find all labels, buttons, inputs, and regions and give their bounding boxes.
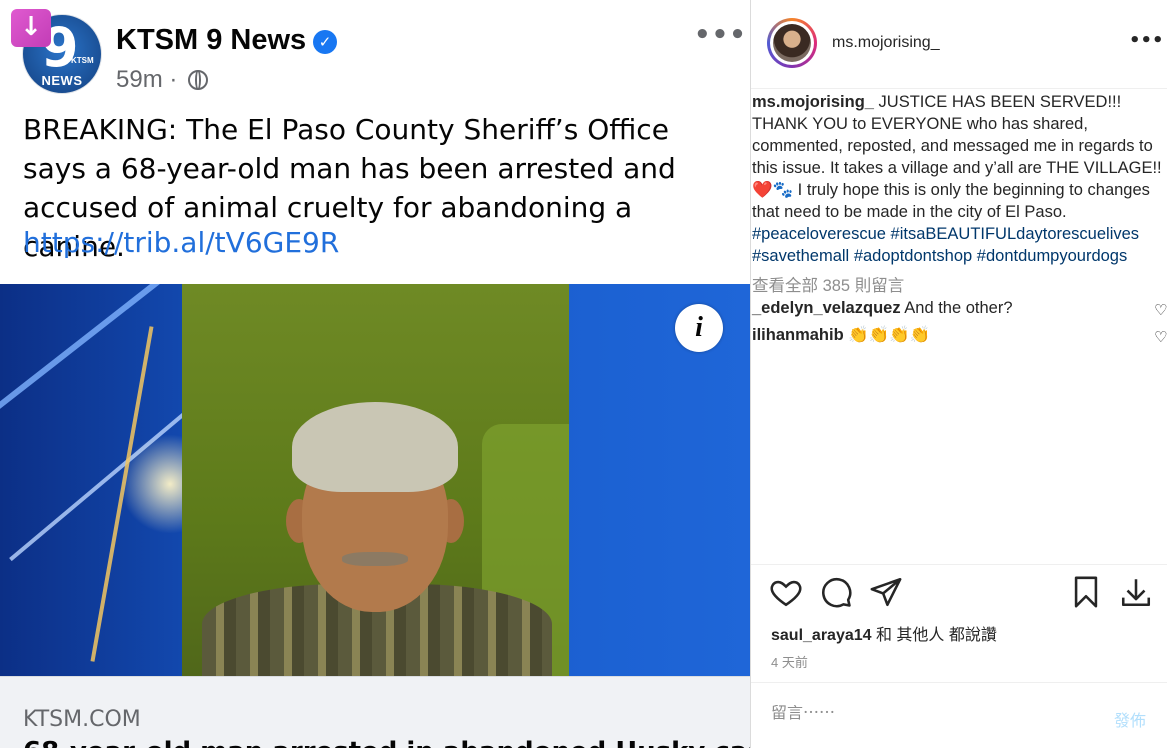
link-preview-card[interactable]: KTSM.COM 68-year-old man arrested in aba…	[0, 676, 750, 748]
heart-icon[interactable]: ♡	[1154, 328, 1167, 346]
view-all-comments-link[interactable]: 查看全部 385 則留言	[752, 272, 904, 296]
caption-username[interactable]: ms.mojorising_	[752, 93, 874, 111]
hashtag[interactable]: #itsaBEAUTIFULdaytorescuelives	[891, 225, 1140, 243]
heart-icon[interactable]	[769, 575, 803, 620]
globe-icon	[188, 70, 209, 90]
hashtag[interactable]: #dontdumpyourdogs	[977, 247, 1127, 265]
meta-separator: ·	[169, 66, 178, 93]
info-icon[interactable]: i	[675, 304, 723, 352]
comment-username[interactable]: ilihanmahib	[752, 326, 844, 344]
add-comment-bar: 發佈	[751, 682, 1167, 748]
page-name[interactable]: KTSM 9 News	[116, 24, 306, 57]
post-caption: ms.mojorising_ JUSTICE HAS BEEN SERVED!!…	[752, 91, 1166, 267]
action-bar: saul_araya14 和 其他人 都說讚 4 天前	[751, 564, 1167, 682]
avatar-inner	[770, 21, 814, 65]
hashtag[interactable]: #adoptdontshop	[854, 247, 972, 265]
mugshot	[182, 284, 569, 676]
post-meta: 59m ·	[116, 66, 209, 94]
heart-icon[interactable]: ♡	[1154, 301, 1167, 319]
share-icon[interactable]	[869, 575, 903, 620]
post-link[interactable]: https://trib.al/tV6GE9R	[23, 226, 339, 259]
link-headline[interactable]: 68-year-old man arrested in abandoned Hu…	[23, 737, 750, 748]
caption-text: JUSTICE HAS BEEN SERVED!!! THANK YOU to …	[752, 93, 1162, 221]
likes-username[interactable]: saul_araya14	[771, 627, 872, 644]
user-avatar[interactable]	[767, 18, 817, 68]
mugshot-hair	[292, 402, 458, 492]
post-photo[interactable]: i	[0, 284, 750, 676]
comment-icon[interactable]	[819, 575, 853, 620]
mugshot-mustache	[342, 552, 408, 566]
comment-text: And the other?	[904, 299, 1013, 317]
post-time[interactable]: 4 天前	[771, 652, 808, 671]
avatar-photo	[773, 24, 811, 62]
comment-item: ilihanmahib 👏👏👏👏	[752, 326, 930, 345]
post-timestamp[interactable]: 59m	[116, 66, 163, 93]
likes-text[interactable]: 和 其他人 都說讚	[872, 627, 997, 644]
avatar-logo-word: NEWS	[41, 73, 83, 88]
more-options-button[interactable]: •••	[694, 20, 747, 50]
more-options-button[interactable]: •••	[1129, 30, 1164, 51]
instagram-panel: ms.mojorising_ ••• ms.mojorising_ JUSTIC…	[750, 0, 1167, 748]
download-icon[interactable]	[1119, 575, 1153, 620]
post-header: ms.mojorising_ •••	[751, 0, 1167, 89]
hashtag[interactable]: #peaceloverescue	[752, 225, 886, 243]
hashtag[interactable]: #savethemall	[752, 247, 849, 265]
comment-text: 👏👏👏👏	[848, 326, 931, 344]
facebook-post: 9 KTSM NEWS ↓ KTSM 9 News ✓ 59m · ••• BR…	[0, 0, 750, 748]
link-domain: KTSM.COM	[23, 707, 141, 732]
verified-icon: ✓	[313, 30, 337, 54]
bookmark-icon[interactable]	[1069, 575, 1103, 620]
post-comment-button[interactable]: 發佈	[1114, 707, 1146, 731]
download-badge-icon[interactable]: ↓	[11, 9, 51, 47]
likes-summary: saul_araya14 和 其他人 都說讚	[771, 621, 997, 645]
header-username[interactable]: ms.mojorising_	[832, 34, 940, 52]
comment-input[interactable]	[771, 705, 1091, 723]
background-streak	[0, 284, 205, 410]
comment-item: _edelyn_velazquez And the other?	[752, 299, 1013, 318]
comment-username[interactable]: _edelyn_velazquez	[752, 299, 901, 317]
avatar-logo-small: KTSM	[71, 56, 94, 65]
